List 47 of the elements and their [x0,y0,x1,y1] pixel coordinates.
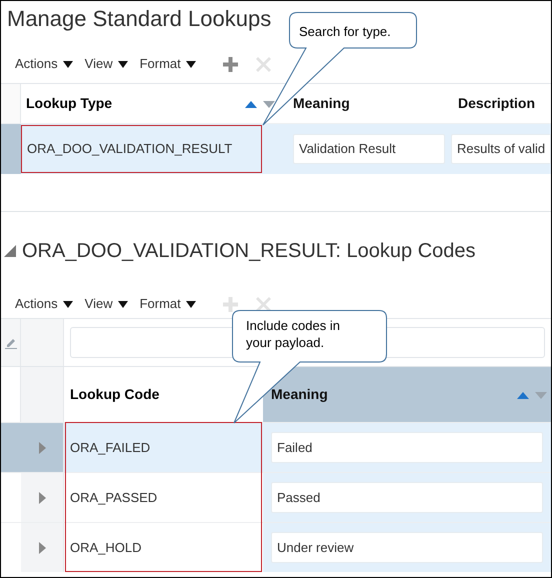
add-button[interactable] [222,56,239,72]
close-icon [256,296,271,312]
sort-icon[interactable] [245,98,275,108]
table-row[interactable]: ORA_FAILED Failed [1,422,551,472]
pencil-icon[interactable] [4,336,16,348]
expand-icon[interactable] [38,492,46,504]
table-row[interactable]: ORA_DOO_VALIDATION_RESULT Validation Result Results of valid [1,124,551,174]
menu-button[interactable]: View [84,294,128,314]
callout-text: Include codes in your payload. [246,317,341,351]
caret-icon [118,60,128,68]
expand-icon[interactable] [38,542,46,554]
column-header[interactable]: Lookup Type [26,93,112,114]
column-header[interactable]: Meaning [271,384,328,405]
caret-icon [62,300,73,308]
menu-button[interactable]: Format [140,294,196,314]
lookup-code: ORA_HOLD [70,538,142,557]
table-row[interactable]: ORA_PASSED Passed [1,472,551,522]
caret-icon [186,60,196,68]
page-title: Manage Standard Lookups [7,5,272,33]
collapse-toggle[interactable] [4,245,16,257]
caret-icon [186,300,196,308]
column-header[interactable]: Lookup Code [70,384,160,405]
input-field[interactable]: Failed [271,432,543,463]
caret-icon [62,60,73,68]
triangle-icon [4,245,16,257]
plus-icon [222,56,238,72]
menu-button[interactable]: Actions [15,54,73,74]
input-field[interactable]: Results of valid [451,134,551,164]
lookup-code: ORA_PASSED [70,488,158,507]
table-row[interactable]: ORA_HOLD Under review [1,522,551,572]
expand-icon[interactable] [38,442,46,454]
close-icon [256,56,271,72]
menu-button[interactable]: Format [140,54,196,74]
input-field[interactable]: Passed [271,482,543,513]
input-field[interactable]: Under review [271,532,543,563]
plus-icon [222,296,238,312]
callout-text: Search for type. [299,23,391,41]
table-cell: ORA_DOO_VALIDATION_RESULT [21,125,262,173]
column-header[interactable]: Meaning [293,93,350,114]
sort-icon[interactable] [517,390,547,400]
input-field[interactable]: Validation Result [293,134,445,164]
menu-button[interactable]: Actions [15,294,73,314]
section-heading: ORA_DOO_VALIDATION_RESULT: Lookup Codes [22,239,476,264]
lookup-code: ORA_FAILED [70,438,150,457]
menu-button[interactable]: View [84,54,128,74]
caret-icon [118,300,128,308]
column-header[interactable]: Description [458,93,536,114]
